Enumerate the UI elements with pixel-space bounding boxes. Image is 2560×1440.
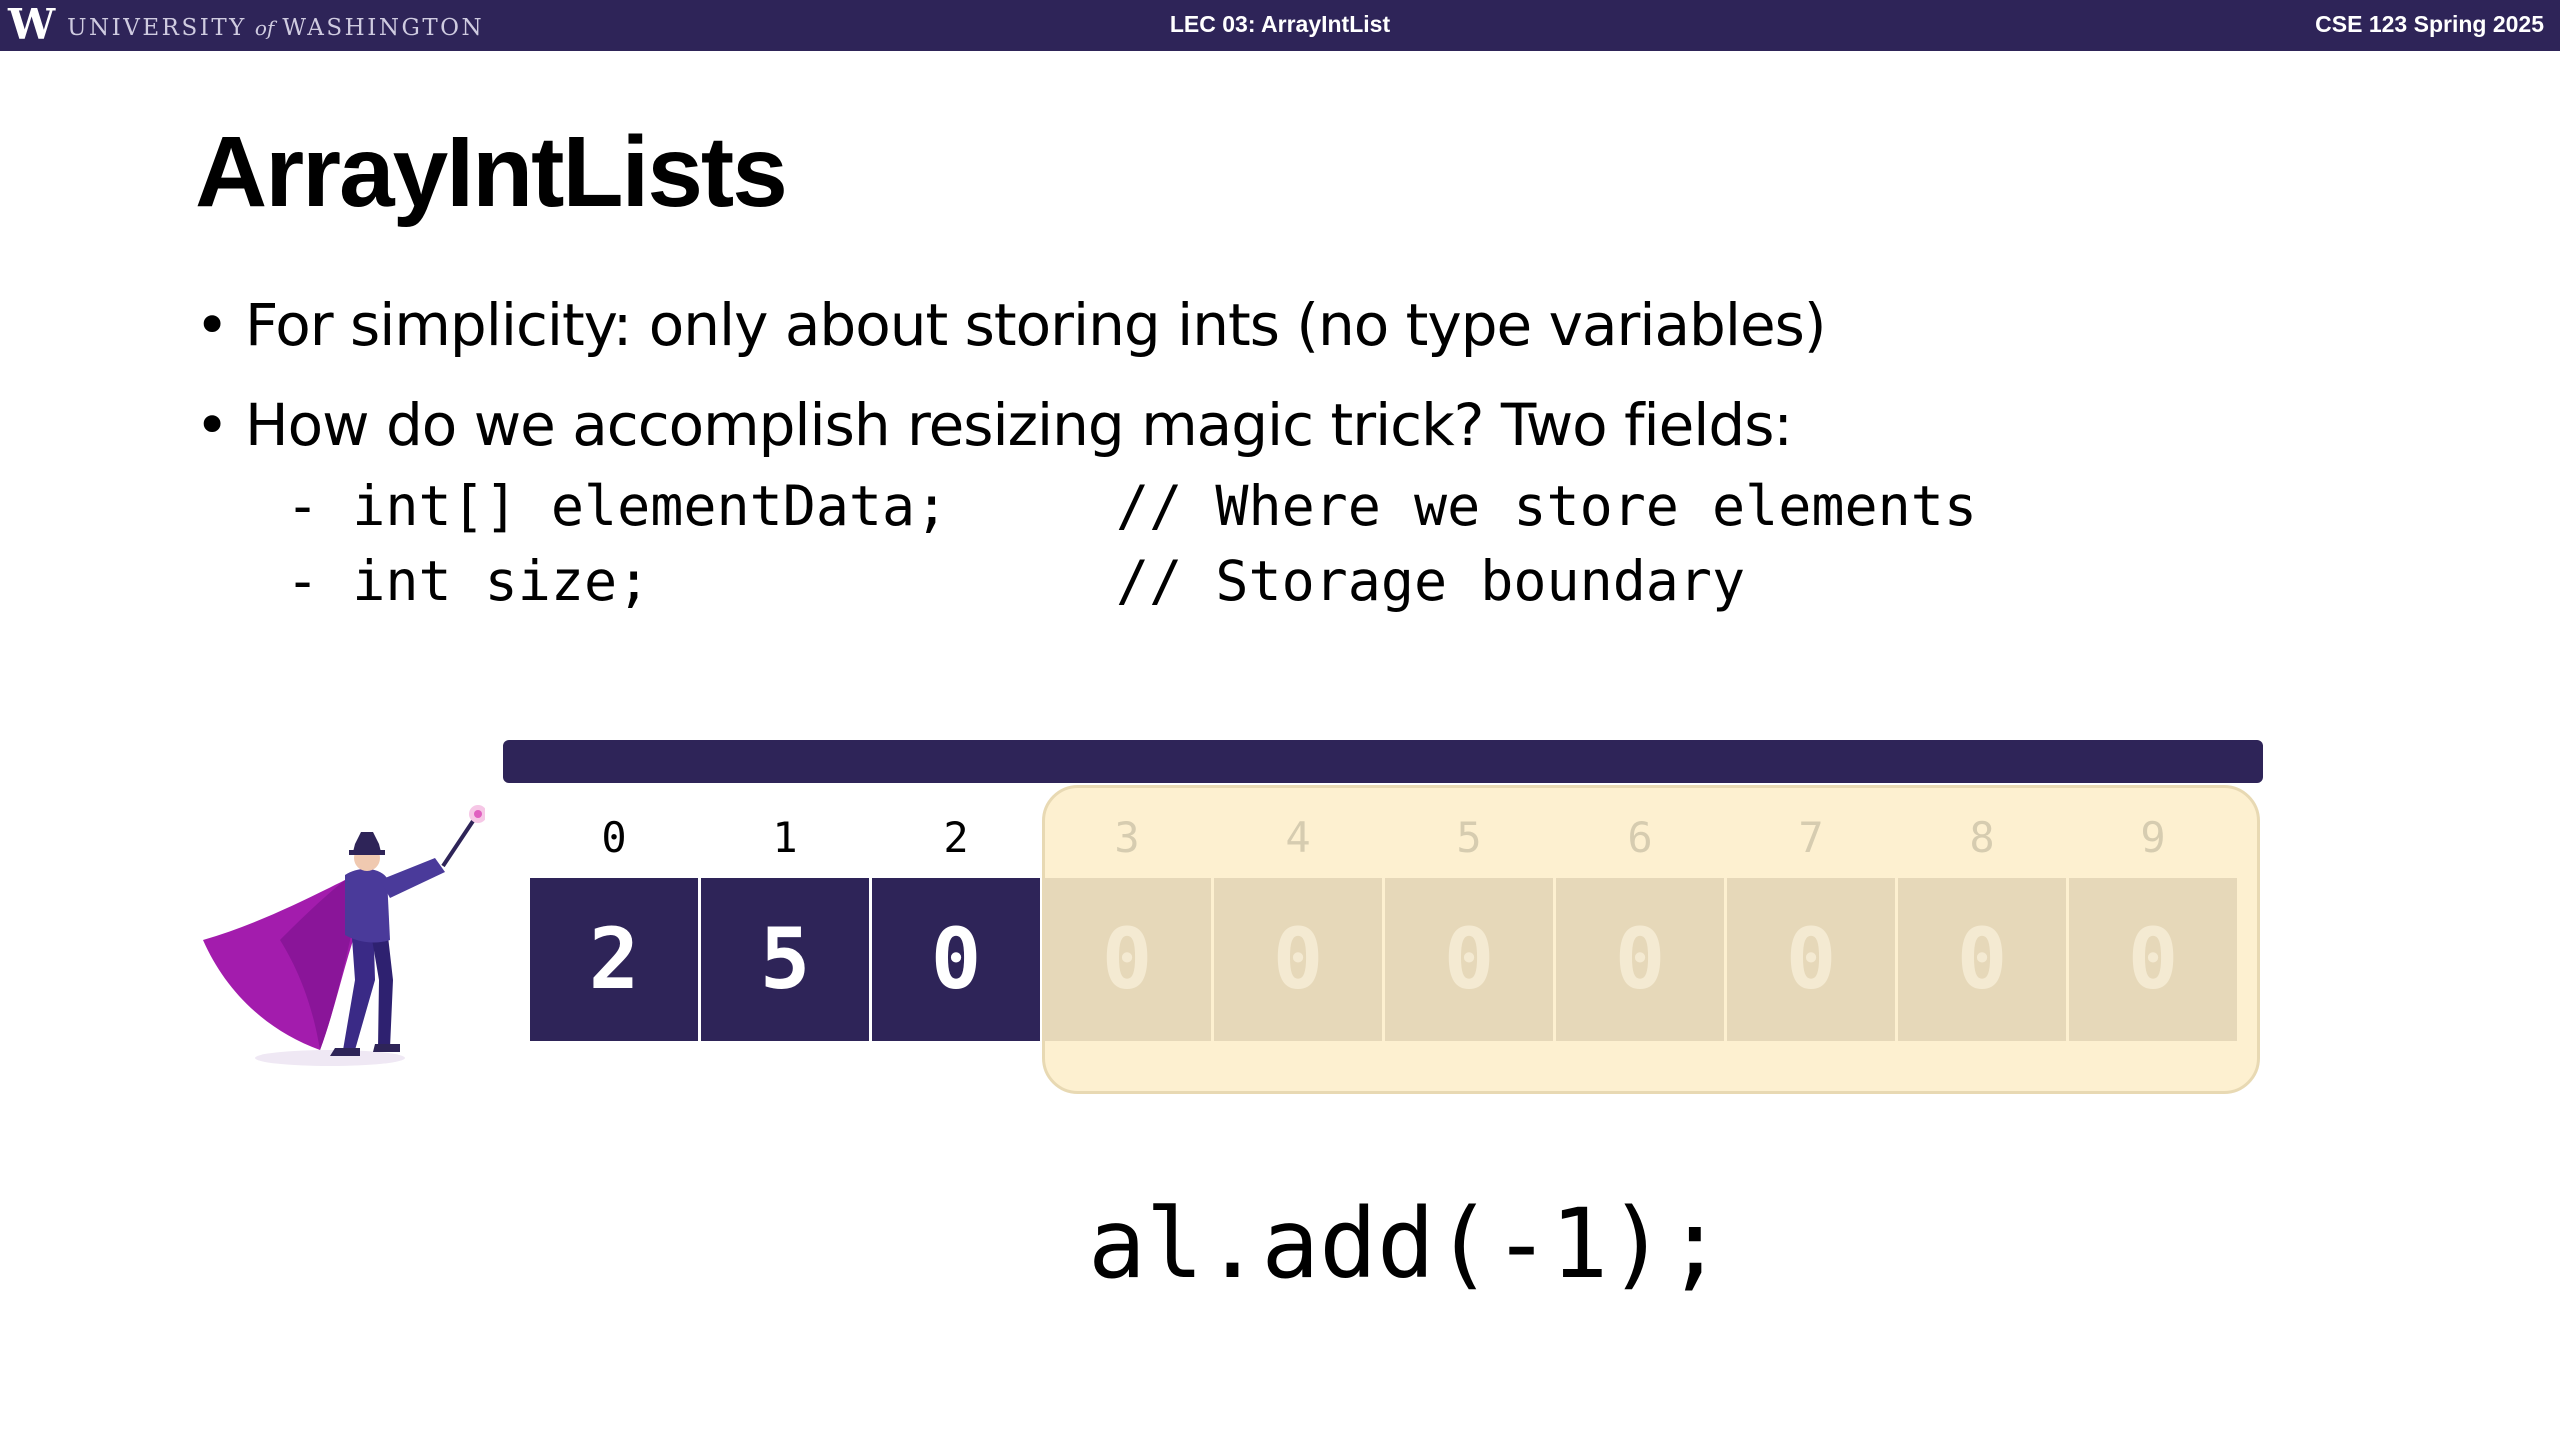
array-cell: 0 bbox=[872, 878, 1040, 1041]
array-index-label: 6 bbox=[1627, 813, 1653, 862]
array-cell-unused: 0 bbox=[1214, 878, 1382, 1041]
array-cell-unused: 0 bbox=[1043, 878, 1211, 1041]
code-field-element-data: - int[] elementData; // Where we store e… bbox=[286, 474, 1977, 538]
array-cell: 5 bbox=[701, 878, 869, 1041]
uw-logo: W UNIVERSITY of WASHINGTON bbox=[8, 1, 484, 49]
course-label: CSE 123 Spring 2025 bbox=[2315, 11, 2544, 37]
magician-with-wand-icon bbox=[203, 805, 485, 1066]
array-index-label: 0 bbox=[601, 813, 627, 862]
array-cell: 2 bbox=[530, 878, 698, 1041]
bullet-dot: • bbox=[195, 391, 229, 459]
bullet-item: • For simplicity: only about storing ints… bbox=[195, 291, 1826, 359]
method-call: al.add(-1); bbox=[1088, 1188, 1724, 1300]
capacity-bar bbox=[503, 740, 2263, 783]
array-index-label: 9 bbox=[2140, 813, 2166, 862]
uw-wordmark: UNIVERSITY of WASHINGTON bbox=[67, 15, 485, 41]
array-cell-unused: 0 bbox=[1727, 878, 1895, 1041]
array-cell-unused: 0 bbox=[1556, 878, 1724, 1041]
lecture-title: LEC 03: ArrayIntList bbox=[1169, 11, 1391, 37]
bullet-item: • How do we accomplish resizing magic tri… bbox=[195, 391, 1793, 459]
array-index-label: 8 bbox=[1969, 813, 1995, 862]
header-bar: W UNIVERSITY of WASHINGTON LEC 03: ArrayIn… bbox=[0, 0, 2560, 51]
array-cell-unused: 0 bbox=[2069, 878, 2237, 1041]
array-cell-unused: 0 bbox=[1898, 878, 2066, 1041]
array-index-label: 3 bbox=[1114, 813, 1140, 862]
code-field-size: - int size; // Storage boundary bbox=[286, 549, 1746, 613]
array-cell-unused: 0 bbox=[1385, 878, 1553, 1041]
uw-w-logo-icon: W bbox=[8, 0, 55, 49]
array-index-label: 4 bbox=[1285, 813, 1311, 862]
array-index-label: 7 bbox=[1798, 813, 1824, 862]
array-index-label: 1 bbox=[772, 813, 798, 862]
array-index-label: 5 bbox=[1456, 813, 1482, 862]
slide-title: ArrayIntLists bbox=[195, 116, 788, 228]
code-comment: // Where we store elements bbox=[1116, 474, 1977, 538]
bullet-dot: • bbox=[195, 291, 229, 359]
code-comment: // Storage boundary bbox=[1116, 549, 1746, 613]
array-index-label: 2 bbox=[943, 813, 969, 862]
